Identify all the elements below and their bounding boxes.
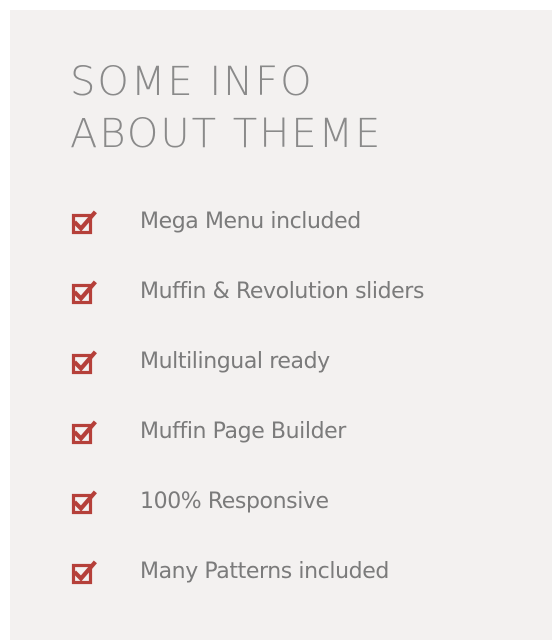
checkbox-checked-icon	[70, 276, 102, 308]
feature-item: Muffin Page Builder	[70, 402, 530, 472]
checkbox-checked-icon	[70, 486, 102, 518]
feature-item: Multilingual ready	[70, 332, 530, 402]
feature-item: Mega Menu included	[70, 192, 530, 262]
feature-item-label: Multilingual ready	[140, 349, 330, 374]
feature-item-label: Many Patterns included	[140, 559, 389, 584]
feature-list: Mega Menu included Muffin & Revolution s…	[70, 192, 530, 612]
feature-item-label: Muffin & Revolution sliders	[140, 279, 425, 304]
feature-item-label: 100% Responsive	[140, 489, 329, 514]
checkbox-checked-icon	[70, 416, 102, 448]
feature-item: 100% Responsive	[70, 472, 530, 542]
checkbox-checked-icon	[70, 556, 102, 588]
feature-item: Muffin & Revolution sliders	[70, 262, 530, 332]
feature-item: Many Patterns included	[70, 542, 530, 612]
panel-title: SOME INFO ABOUT THEME	[70, 56, 382, 160]
title-line-1: SOME INFO	[70, 59, 314, 105]
feature-item-label: Muffin Page Builder	[140, 419, 346, 444]
checkbox-checked-icon	[70, 346, 102, 378]
theme-info-panel: SOME INFO ABOUT THEME Mega Menu included…	[10, 10, 552, 640]
feature-item-label: Mega Menu included	[140, 209, 361, 234]
checkbox-checked-icon	[70, 206, 102, 238]
title-line-2: ABOUT THEME	[70, 111, 383, 157]
